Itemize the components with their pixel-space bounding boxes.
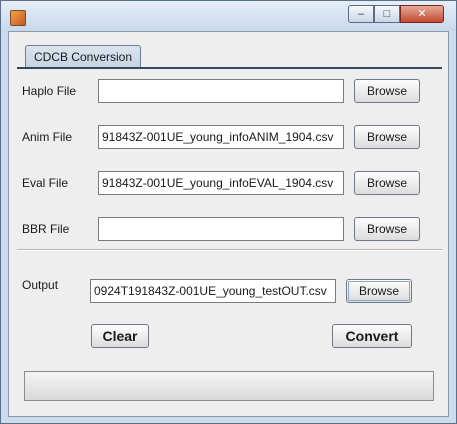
eval-browse-button[interactable]: Browse: [354, 171, 420, 195]
anim-file-label: Anim File: [22, 130, 73, 144]
main-panel: CDCB Conversion Haplo File Browse Anim F…: [8, 31, 449, 417]
bbr-file-label: BBR File: [22, 222, 70, 236]
tab-cdcb-conversion[interactable]: CDCB Conversion: [25, 45, 141, 67]
haplo-browse-button[interactable]: Browse: [354, 79, 420, 103]
tab-label: CDCB Conversion: [33, 49, 133, 64]
progress-bar: [24, 371, 434, 401]
eval-file-input[interactable]: 91843Z-001UE_young_infoEVAL_1904.csv: [98, 171, 344, 195]
haplo-file-input[interactable]: [98, 79, 344, 103]
maximize-icon: □: [383, 7, 391, 20]
minimize-button[interactable]: ‒: [348, 5, 374, 23]
output-browse-button[interactable]: Browse: [346, 279, 412, 303]
convert-button[interactable]: Convert: [332, 324, 412, 348]
bbr-browse-button[interactable]: Browse: [354, 217, 420, 241]
minimize-icon: ‒: [357, 7, 365, 20]
output-file-value: 0924T191843Z-001UE_young_testOUT.csv: [94, 284, 327, 298]
eval-file-label: Eval File: [22, 176, 69, 190]
close-button[interactable]: ✕: [400, 5, 444, 23]
output-file-input[interactable]: 0924T191843Z-001UE_young_testOUT.csv: [90, 279, 336, 303]
title-bar[interactable]: ‒ □ ✕: [1, 1, 456, 31]
anim-file-input[interactable]: 91843Z-001UE_young_infoANIM_1904.csv: [98, 125, 344, 149]
tab-underline: [17, 67, 442, 69]
bbr-file-input[interactable]: [98, 217, 344, 241]
anim-browse-button[interactable]: Browse: [354, 125, 420, 149]
clear-button[interactable]: Clear: [91, 324, 149, 348]
haplo-file-label: Haplo File: [22, 84, 77, 98]
close-icon: ✕: [417, 7, 427, 20]
output-label: Output: [22, 278, 59, 292]
maximize-button[interactable]: □: [374, 5, 400, 23]
app-window: ‒ □ ✕ CDCB Conversion Haplo File Browse …: [0, 0, 457, 424]
section-separator: [17, 249, 442, 251]
java-app-icon: [10, 10, 26, 26]
